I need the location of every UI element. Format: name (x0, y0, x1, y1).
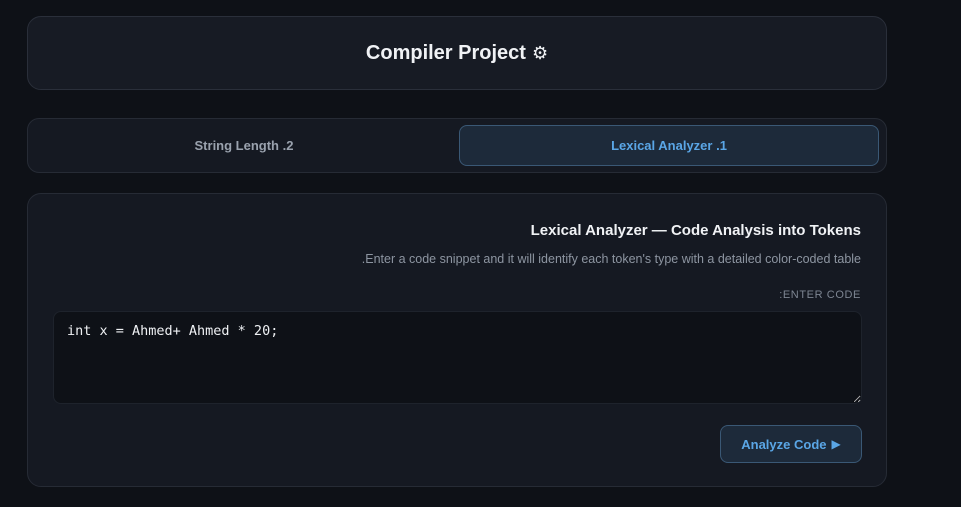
tab-bar: String Length .2 Lexical Analyzer .1 (27, 118, 887, 173)
code-input[interactable] (53, 311, 862, 404)
header-card: Compiler Project ⚙ (27, 16, 887, 90)
tab-lexical-analyzer[interactable]: Lexical Analyzer .1 (459, 125, 879, 166)
analyze-code-button[interactable]: Analyze Code ▶ (720, 425, 862, 463)
gear-icon: ⚙ (531, 43, 549, 63)
code-field-label: :ENTER CODE (779, 289, 861, 301)
page-title: Compiler Project (365, 41, 526, 64)
analyze-code-label: Analyze Code (741, 436, 827, 452)
play-icon: ▶ (831, 437, 841, 451)
lexical-analyzer-panel: Lexical Analyzer — Code Analysis into To… (27, 193, 887, 487)
panel-description: .Enter a code snippet and it will identi… (361, 252, 861, 266)
tab-string-length[interactable]: String Length .2 (35, 125, 453, 166)
panel-title: Lexical Analyzer — Code Analysis into To… (530, 222, 861, 239)
